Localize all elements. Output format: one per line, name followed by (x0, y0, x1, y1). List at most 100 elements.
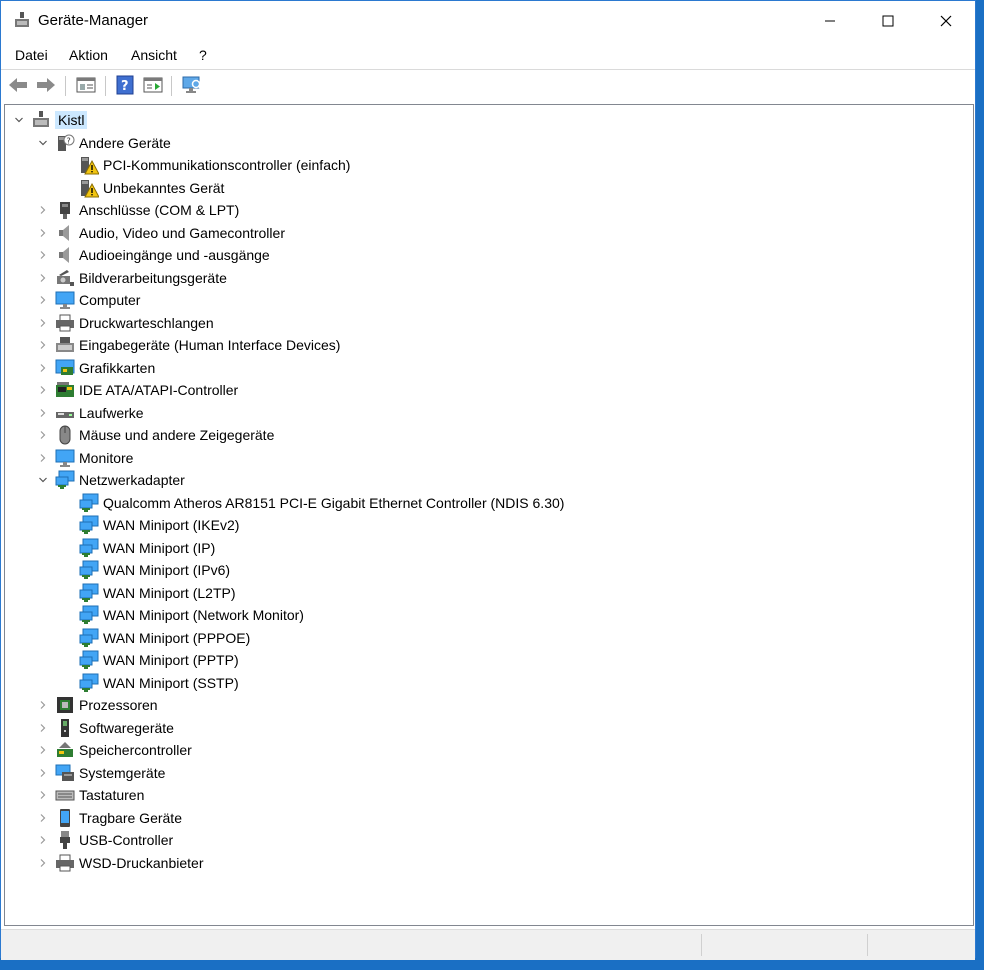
tree-category[interactable]: WSD-Druckanbieter (55, 852, 203, 874)
tree-category-label: Mäuse und andere Zeigegeräte (79, 427, 275, 443)
network-adapter-icon (79, 515, 99, 534)
chevron-right-icon[interactable] (38, 295, 48, 305)
tree-device[interactable]: Unbekanntes Gerät (79, 177, 224, 199)
title-bar[interactable]: Geräte-Manager (1, 1, 975, 41)
tree-device[interactable]: WAN Miniport (Network Monitor) (79, 604, 304, 626)
chevron-right-icon[interactable] (38, 835, 48, 845)
chevron-down-icon[interactable] (38, 138, 48, 148)
tree-category-label: Grafikkarten (79, 359, 156, 376)
tree-category-label: Computer (79, 292, 141, 308)
tree-category[interactable]: Audio, Video und Gamecontroller (55, 222, 285, 244)
minimize-button[interactable] (801, 1, 859, 41)
chevron-right-icon[interactable] (38, 318, 48, 328)
tree-device-label: WAN Miniport (IKEv2) (103, 517, 240, 533)
tree-category[interactable]: Computer (55, 289, 140, 311)
tree-category-label: Druckwarteschlangen (79, 314, 214, 331)
tree-device[interactable]: WAN Miniport (PPPOE) (79, 627, 250, 649)
tree-device[interactable]: WAN Miniport (L2TP) (79, 582, 236, 604)
tree-category[interactable]: Systemgeräte (55, 762, 165, 784)
chevron-right-icon[interactable] (38, 385, 48, 395)
tree-category[interactable]: Speichercontroller (55, 739, 192, 761)
chevron-right-icon[interactable] (38, 205, 48, 215)
status-separator (701, 934, 702, 956)
tree-device[interactable]: WAN Miniport (IKEv2) (79, 514, 239, 536)
tree-category[interactable]: Mäuse und andere Zeigegeräte (55, 424, 274, 446)
chevron-right-icon[interactable] (38, 768, 48, 778)
tree-category[interactable]: Grafikkarten (55, 357, 155, 379)
printer-icon (56, 854, 74, 871)
tree-category[interactable]: Laufwerke (55, 402, 144, 424)
tree-category[interactable]: Tastaturen (55, 784, 144, 806)
network-adapter-icon (79, 583, 99, 602)
tree-device[interactable]: PCI-Kommunikationscontroller (einfach) (79, 154, 350, 176)
network-adapter-icon (79, 673, 99, 692)
chevron-right-icon[interactable] (38, 250, 48, 260)
chevron-right-icon[interactable] (38, 363, 48, 373)
chevron-right-icon[interactable] (38, 790, 48, 800)
tree-category[interactable]: Softwaregeräte (55, 717, 174, 739)
tree-device[interactable]: WAN Miniport (IP) (79, 537, 215, 559)
tree-category[interactable]: Tragbare Geräte (55, 807, 182, 829)
tree-category[interactable]: IDE ATA/ATAPI-Controller (55, 379, 238, 401)
tree-category[interactable]: Druckwarteschlangen (55, 312, 214, 334)
tree-device[interactable]: WAN Miniport (PPTP) (79, 649, 239, 671)
tree-category[interactable]: USB-Controller (55, 829, 173, 851)
tree-category[interactable]: ? Andere Geräte (55, 132, 171, 154)
menu-help[interactable]: ? (199, 47, 207, 63)
back-button[interactable] (7, 74, 29, 96)
speaker-icon (59, 224, 69, 241)
tree-category[interactable]: Monitore (55, 447, 133, 469)
system-device-icon (55, 764, 74, 781)
maximize-button[interactable] (859, 1, 917, 41)
device-tree[interactable]: Kistl? Andere Geräte PCI-Kommunikationscon… (4, 104, 974, 926)
tree-category-label: USB-Controller (79, 832, 174, 848)
close-button[interactable] (917, 1, 975, 41)
menu-aktion[interactable]: Aktion (69, 47, 108, 63)
port-icon (60, 202, 70, 219)
tree-device[interactable]: WAN Miniport (SSTP) (79, 672, 239, 694)
properties-view-button[interactable] (75, 74, 97, 96)
scan-hardware-button[interactable] (181, 74, 203, 96)
help-button[interactable]: ? (114, 74, 136, 96)
tree-category-label: Eingabegeräte (Human Interface Devices) (79, 337, 341, 353)
action-view-button[interactable] (142, 74, 164, 96)
tree-category-label: Audioeingänge und -ausgänge (79, 247, 270, 263)
chevron-down-icon[interactable] (38, 475, 48, 485)
chevron-right-icon[interactable] (38, 408, 48, 418)
menu-datei[interactable]: Datei (15, 47, 48, 63)
menu-ansicht[interactable]: Ansicht (131, 47, 177, 63)
chevron-right-icon[interactable] (38, 453, 48, 463)
tree-category-label: Prozessoren (79, 697, 158, 713)
tree-category-label: Speichercontroller (79, 742, 192, 758)
chevron-right-icon[interactable] (38, 228, 48, 238)
chevron-right-icon[interactable] (38, 700, 48, 710)
tree-device[interactable]: Qualcomm Atheros AR8151 PCI-E Gigabit Et… (79, 492, 564, 514)
monitor-icon (55, 449, 75, 467)
chevron-right-icon[interactable] (38, 340, 48, 350)
toolbar-separator (65, 76, 66, 96)
chevron-right-icon[interactable] (38, 858, 48, 868)
chevron-right-icon[interactable] (38, 745, 48, 755)
tree-category-label: Softwaregeräte (79, 719, 174, 736)
tree-category[interactable]: Netzwerkadapter (55, 469, 185, 491)
tree-category[interactable]: Audioeingänge und -ausgänge (55, 244, 270, 266)
chevron-right-icon[interactable] (38, 723, 48, 733)
forward-button[interactable] (35, 74, 57, 96)
tree-device-label: WAN Miniport (PPPOE) (103, 629, 251, 646)
tree-category[interactable]: Anschlüsse (COM & LPT) (55, 199, 239, 221)
tree-root-computer[interactable]: Kistl (31, 109, 88, 131)
tree-category[interactable]: Prozessoren (55, 694, 158, 716)
tree-category[interactable]: Eingabegeräte (Human Interface Devices) (55, 334, 340, 356)
tree-device[interactable]: WAN Miniport (IPv6) (79, 559, 230, 581)
usb-icon (60, 831, 70, 849)
tree-category[interactable]: Bildverarbeitungsgeräte (55, 267, 227, 289)
warning-device-icon (81, 179, 99, 197)
chevron-right-icon[interactable] (38, 273, 48, 283)
chevron-down-icon[interactable] (14, 115, 24, 125)
chevron-right-icon[interactable] (38, 430, 48, 440)
chevron-right-icon[interactable] (38, 813, 48, 823)
camera-icon (57, 269, 74, 286)
menu-bar: Datei Aktion Ansicht ? (1, 43, 975, 69)
portable-device-icon (60, 808, 70, 827)
tree-device-label: WAN Miniport (PPTP) (103, 652, 239, 668)
